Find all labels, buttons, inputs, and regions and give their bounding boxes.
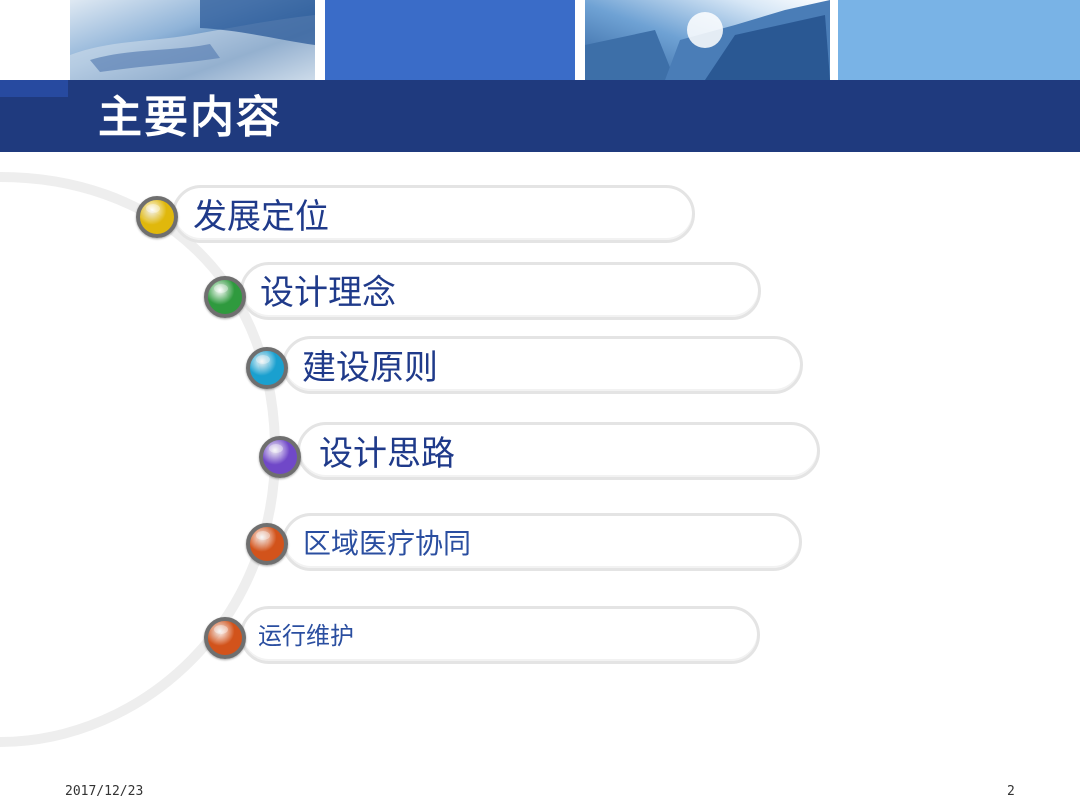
banner-blue-panel (325, 0, 575, 80)
bullet-dot-icon (246, 523, 288, 565)
banner-light-blue-panel (838, 0, 1080, 80)
bullet-dot-icon (204, 617, 246, 659)
title-bar-accent (0, 80, 68, 97)
bullet-dot-icon (246, 347, 288, 389)
page-number: 2 (1007, 784, 1015, 799)
menu-item-label: 设计理念 (260, 273, 396, 313)
header-banner (0, 0, 1080, 80)
menu-item-label: 设计思路 (319, 434, 455, 474)
bullet-dot-icon (204, 276, 246, 318)
menu-item-label: 区域医疗协同 (303, 527, 472, 560)
skyscraper-image (585, 0, 830, 80)
page-title: 主要内容 (98, 92, 282, 143)
menu-item-label: 运行维护 (258, 622, 354, 650)
keyboard-hands-image (70, 0, 315, 80)
bullet-dot-icon (136, 196, 178, 238)
menu-item-label: 发展定位 (193, 197, 329, 237)
footer-date: 2017/12/23 (65, 784, 144, 799)
bullet-dot-icon (259, 436, 301, 478)
menu-item-label: 建设原则 (302, 348, 438, 388)
